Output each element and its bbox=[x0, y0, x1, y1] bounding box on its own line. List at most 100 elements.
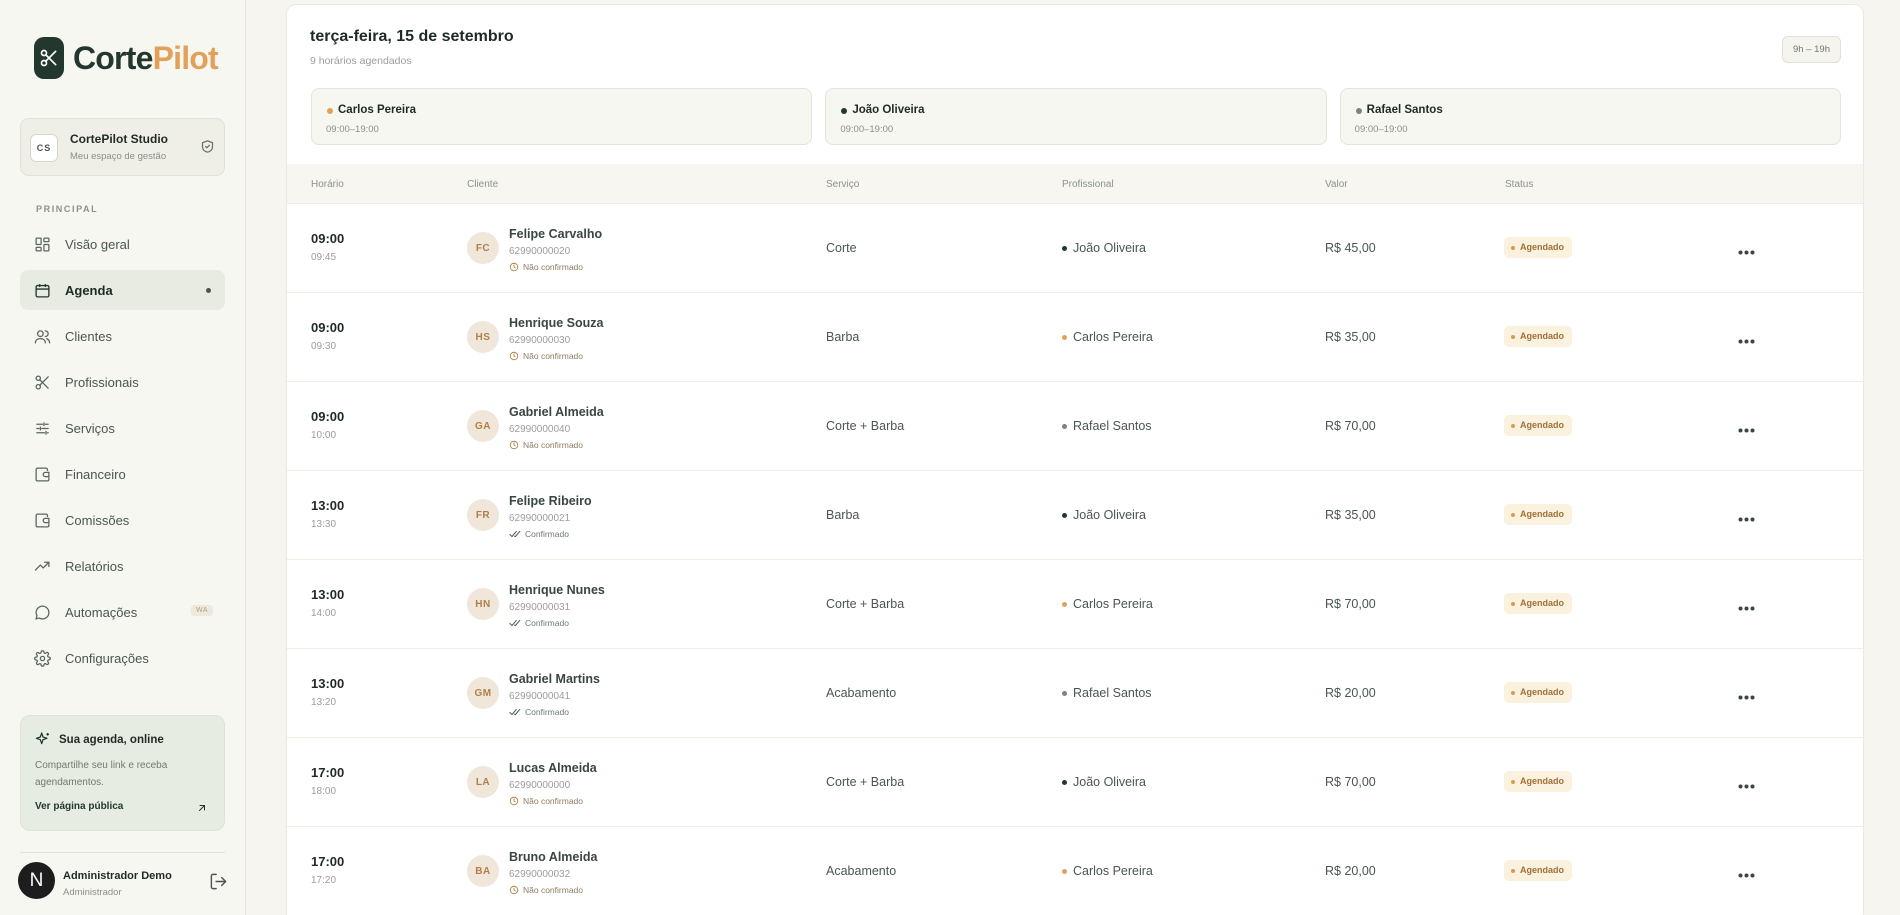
more-options-icon[interactable] bbox=[1738, 598, 1755, 616]
table-row[interactable]: 13:00 13:30 FR Felipe Ribeiro 6299000002… bbox=[287, 471, 1863, 560]
sidebar-item-comissoes[interactable]: Comissões bbox=[20, 500, 225, 540]
confirmation-label: Não confirmado bbox=[523, 885, 584, 895]
professional-dot bbox=[1062, 512, 1067, 518]
status-badge: Agendado bbox=[1504, 237, 1572, 258]
professional-cell: Rafael Santos bbox=[1062, 419, 1152, 433]
column-header-professional: Profissional bbox=[1062, 179, 1114, 190]
scissors-icon bbox=[33, 373, 51, 391]
sidebar-item-configuracoes[interactable]: Configurações bbox=[20, 638, 225, 678]
logo[interactable]: CortePilot bbox=[34, 37, 219, 79]
public-page-link[interactable]: Ver página pública bbox=[35, 801, 123, 812]
professional-dot bbox=[1062, 690, 1067, 696]
status-badge: Agendado bbox=[1504, 504, 1572, 525]
public-page-promo: Sua agenda, online Compartilhe seu link … bbox=[20, 715, 225, 831]
table-row[interactable]: 09:00 09:45 FC Felipe Carvalho 629900000… bbox=[287, 204, 1863, 293]
client-phone: 62990000031 bbox=[509, 602, 571, 613]
client-name[interactable]: Felipe Carvalho bbox=[509, 227, 602, 241]
end-time: 09:45 bbox=[311, 252, 337, 263]
clock-icon bbox=[509, 440, 519, 450]
table-row[interactable]: 17:00 17:20 BA Bruno Almeida 62990000032… bbox=[287, 827, 1863, 915]
status-badge: Agendado bbox=[1504, 415, 1572, 436]
whatsapp-badge: WA bbox=[190, 605, 213, 616]
professional-card[interactable]: Rafael Santos 09:00–19:00 bbox=[1339, 88, 1841, 145]
arrow-up-right-icon[interactable] bbox=[196, 801, 208, 819]
professional-card[interactable]: Carlos Pereira 09:00–19:00 bbox=[311, 88, 813, 145]
more-options-icon[interactable] bbox=[1738, 420, 1755, 438]
price: R$ 35,00 bbox=[1325, 330, 1376, 344]
table-row[interactable]: 13:00 13:20 GM Gabriel Martins 629900000… bbox=[287, 649, 1863, 738]
confirmation-status: Confirmado bbox=[509, 529, 569, 539]
professional-card[interactable]: João Oliveira 09:00–19:00 bbox=[825, 88, 1327, 145]
client-name[interactable]: Henrique Nunes bbox=[509, 583, 605, 597]
table-row[interactable]: 17:00 18:00 LA Lucas Almeida 62990000000… bbox=[287, 738, 1863, 827]
user-profile[interactable]: N Administrador Demo Administrador bbox=[18, 862, 228, 908]
sidebar-item-clientes[interactable]: Clientes bbox=[20, 316, 225, 356]
more-options-icon[interactable] bbox=[1738, 776, 1755, 794]
sidebar-item-label: Configurações bbox=[65, 650, 149, 666]
sidebar-item-relatorios[interactable]: Relatórios bbox=[20, 546, 225, 586]
sidebar-item-servicos[interactable]: Serviços bbox=[20, 408, 225, 448]
price: R$ 20,00 bbox=[1325, 686, 1376, 700]
client-name[interactable]: Felipe Ribeiro bbox=[509, 494, 592, 508]
client-name[interactable]: Bruno Almeida bbox=[509, 850, 597, 864]
table-row[interactable]: 09:00 09:30 HS Henrique Souza 6299000003… bbox=[287, 293, 1863, 382]
sidebar-item-automacoes[interactable]: Automações WA bbox=[20, 592, 225, 632]
clock-icon bbox=[509, 796, 519, 806]
studio-name: CortePilot Studio bbox=[70, 132, 168, 146]
double-check-icon bbox=[509, 530, 521, 538]
sidebar-item-profissionais[interactable]: Profissionais bbox=[20, 362, 225, 402]
professional-dot bbox=[1062, 779, 1067, 785]
sidebar-item-label: Serviços bbox=[65, 420, 115, 436]
client-name[interactable]: Gabriel Martins bbox=[509, 672, 600, 686]
sidebar-item-label: Automações bbox=[65, 604, 138, 620]
client-name[interactable]: Henrique Souza bbox=[509, 316, 603, 330]
end-time: 17:20 bbox=[311, 875, 337, 886]
sidebar-item-agenda[interactable]: Agenda bbox=[20, 270, 225, 310]
service-name: Barba bbox=[826, 508, 860, 522]
client-phone: 62990000021 bbox=[509, 513, 571, 524]
confirmation-status: Confirmado bbox=[509, 707, 569, 717]
professional-name: Carlos Pereira bbox=[1073, 597, 1153, 611]
professional-name: Carlos Pereira bbox=[1073, 864, 1153, 878]
shield-icon bbox=[200, 139, 215, 159]
studio-switcher[interactable]: CS CortePilot Studio Meu espaço de gestã… bbox=[20, 118, 225, 176]
more-options-icon[interactable] bbox=[1738, 687, 1755, 705]
client-name[interactable]: Gabriel Almeida bbox=[509, 405, 604, 419]
professional-name: João Oliveira bbox=[1073, 775, 1146, 789]
more-options-icon[interactable] bbox=[1738, 509, 1755, 527]
sidebar-item-label: Profissionais bbox=[65, 374, 139, 390]
sidebar-item-visao-geral[interactable]: Visão geral bbox=[20, 224, 225, 264]
wallet-icon bbox=[33, 511, 51, 529]
working-hours-badge: 9h – 19h bbox=[1782, 36, 1841, 63]
service-name: Barba bbox=[826, 330, 860, 344]
table-row[interactable]: 13:00 14:00 HN Henrique Nunes 6299000003… bbox=[287, 560, 1863, 649]
scissors-logo-icon bbox=[34, 37, 64, 79]
confirmation-label: Confirmado bbox=[525, 529, 569, 539]
sidebar: CortePilot CS CortePilot Studio Meu espa… bbox=[0, 0, 246, 915]
confirmation-label: Não confirmado bbox=[523, 796, 584, 806]
calendar-icon bbox=[33, 281, 51, 299]
confirmation-status: Confirmado bbox=[509, 618, 569, 628]
start-time: 13:00 bbox=[311, 676, 345, 691]
service-name: Corte bbox=[826, 241, 857, 255]
status-badge: Agendado bbox=[1504, 771, 1572, 792]
logout-icon[interactable] bbox=[209, 872, 228, 896]
studio-initials: CS bbox=[30, 134, 58, 162]
table-row[interactable]: 09:00 10:00 GA Gabriel Almeida 629900000… bbox=[287, 382, 1863, 471]
more-options-icon[interactable] bbox=[1738, 242, 1755, 260]
confirmation-status: Não confirmado bbox=[509, 262, 583, 272]
confirmation-status: Não confirmado bbox=[509, 796, 583, 806]
start-time: 09:00 bbox=[311, 231, 345, 246]
professional-dot bbox=[1062, 334, 1067, 340]
confirmation-label: Confirmado bbox=[525, 618, 569, 628]
chat-icon bbox=[33, 603, 51, 621]
professional-hours: 09:00–19:00 bbox=[840, 124, 894, 135]
client-name[interactable]: Lucas Almeida bbox=[509, 761, 597, 775]
more-options-icon[interactable] bbox=[1738, 865, 1755, 883]
service-name: Acabamento bbox=[826, 686, 897, 700]
confirmation-label: Confirmado bbox=[525, 707, 569, 717]
sidebar-item-financeiro[interactable]: Financeiro bbox=[20, 454, 225, 494]
more-options-icon[interactable] bbox=[1738, 331, 1755, 349]
price: R$ 45,00 bbox=[1325, 241, 1376, 255]
studio-subtitle: Meu espaço de gestão bbox=[70, 151, 167, 162]
